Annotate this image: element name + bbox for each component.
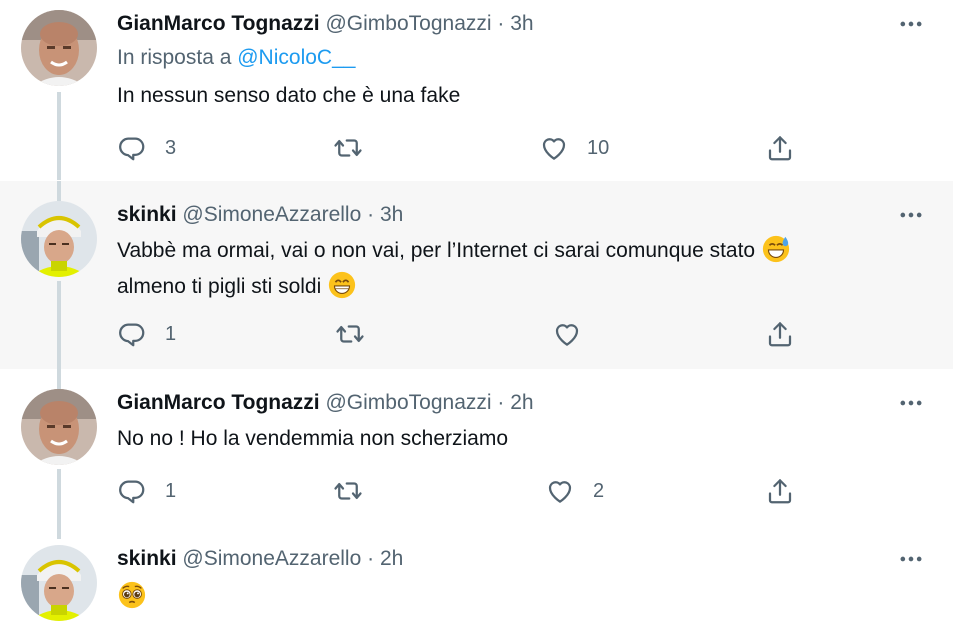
avatar[interactable] [21, 201, 97, 277]
reply-count: 3 [165, 136, 177, 159]
tweet-actions: 1 [117, 318, 817, 350]
separator: · [497, 391, 505, 414]
tweet[interactable]: GianMarco Tognazzi @GimboTognazzi · 2h N… [0, 369, 953, 539]
more-options-icon[interactable] [897, 389, 925, 417]
display-name[interactable]: GianMarco Tognazzi [117, 391, 320, 414]
tweet-text: No no ! Ho la vendemmia non scherziamo [117, 427, 509, 450]
tweet-header: skinki @SimoneAzzarello · 3h [117, 201, 403, 229]
user-handle[interactable]: @GimboTognazzi [325, 12, 491, 35]
avatar[interactable] [21, 389, 97, 465]
share-icon [765, 476, 795, 506]
avatar-image [21, 545, 97, 621]
tweet[interactable]: skinki @SimoneAzzarello · 2h [0, 539, 953, 630]
tweet-text-line: almeno ti pigli sti soldi [117, 275, 322, 298]
more-options-icon[interactable] [897, 545, 925, 573]
reply-icon [117, 476, 147, 506]
timestamp[interactable]: 3h [380, 203, 403, 226]
thread-line [57, 181, 61, 201]
tweet[interactable]: skinki @SimoneAzzarello · 3h Vabbè ma or… [0, 181, 953, 369]
more-options-icon[interactable] [897, 201, 925, 229]
tweet-actions: 1 2 [117, 475, 817, 507]
like-button[interactable]: 2 [545, 475, 604, 507]
tweet-header: GianMarco Tognazzi @GimboTognazzi · 3h [117, 10, 534, 38]
tweet-header: GianMarco Tognazzi @GimboTognazzi · 2h [117, 389, 534, 417]
avatar-image [21, 389, 97, 465]
grinning-face-with-sweat-icon [761, 234, 791, 264]
more-options-icon[interactable] [897, 10, 925, 38]
share-icon [765, 133, 795, 163]
display-name[interactable]: skinki [117, 547, 177, 570]
like-icon [539, 133, 569, 163]
tweet-text: Vabbè ma ormai, vai o non vai, per l’Int… [117, 233, 917, 305]
pleading-face-icon [117, 580, 147, 610]
like-count: 2 [593, 479, 605, 502]
reply-button[interactable]: 1 [117, 318, 176, 350]
user-handle[interactable]: @SimoneAzzarello [182, 547, 361, 570]
display-name[interactable]: GianMarco Tognazzi [117, 12, 320, 35]
beaming-face-with-smiling-eyes-icon [327, 270, 357, 300]
reply-icon [117, 319, 147, 349]
share-button[interactable] [765, 475, 795, 507]
user-handle[interactable]: @GimboTognazzi [325, 391, 491, 414]
retweet-icon [333, 476, 363, 506]
retweet-button[interactable] [333, 475, 381, 507]
like-icon [552, 319, 582, 349]
tweet[interactable]: GianMarco Tognazzi @GimboTognazzi · 3h I… [0, 0, 953, 180]
thread-line [57, 469, 61, 539]
retweet-icon [335, 319, 365, 349]
reply-button[interactable]: 1 [117, 475, 176, 507]
thread-line [57, 369, 61, 389]
tweet-text [117, 579, 917, 615]
timestamp[interactable]: 3h [510, 12, 533, 35]
share-button[interactable] [765, 132, 795, 164]
avatar[interactable] [21, 545, 97, 621]
separator: · [367, 203, 375, 226]
reply-mention-link[interactable]: @NicoloC__ [237, 46, 355, 69]
like-button[interactable] [552, 318, 600, 350]
tweet-text-line: Vabbè ma ormai, vai o non vai, per l’Int… [117, 239, 756, 262]
reply-icon [117, 133, 147, 163]
display-name[interactable]: skinki [117, 203, 177, 226]
tweet-header: skinki @SimoneAzzarello · 2h [117, 545, 403, 573]
avatar-image [21, 10, 97, 86]
like-button[interactable]: 10 [539, 132, 609, 164]
retweet-button[interactable] [335, 318, 383, 350]
tweet-actions: 3 10 [117, 132, 817, 164]
retweet-icon [333, 133, 363, 163]
tweet-text: In nessun senso dato che è una fake [117, 84, 461, 107]
reply-context: In risposta a @NicoloC__ [117, 46, 355, 70]
retweet-button[interactable] [333, 132, 381, 164]
reply-prefix: In risposta a [117, 46, 238, 69]
thread-line [57, 281, 61, 369]
user-handle[interactable]: @SimoneAzzarello [182, 203, 361, 226]
avatar-image [21, 201, 97, 277]
avatar[interactable] [21, 10, 97, 86]
like-icon [545, 476, 575, 506]
separator: · [367, 547, 375, 570]
reply-count: 1 [165, 479, 177, 502]
reply-button[interactable]: 3 [117, 132, 176, 164]
share-icon [765, 319, 795, 349]
timestamp[interactable]: 2h [510, 391, 533, 414]
thread-line [57, 92, 61, 180]
share-button[interactable] [765, 318, 795, 350]
separator: · [497, 12, 505, 35]
timestamp[interactable]: 2h [380, 547, 403, 570]
like-count: 10 [587, 136, 610, 159]
reply-count: 1 [165, 322, 177, 345]
